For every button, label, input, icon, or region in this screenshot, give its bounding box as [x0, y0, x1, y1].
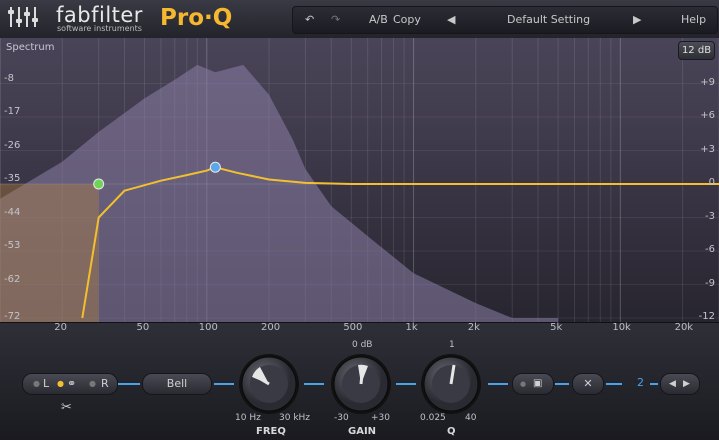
band-number: 2 — [637, 376, 644, 389]
channel-l-led-icon: ● — [33, 379, 40, 388]
band-nav-buttons[interactable]: ◀ ▶ — [660, 373, 700, 395]
freq-tick-label: 5k — [550, 322, 563, 333]
spectrum-tick-label: -17 — [4, 106, 21, 118]
gain-label: GAIN — [348, 426, 377, 437]
freq-tick-label: 20k — [674, 322, 694, 333]
next-band-icon[interactable]: ▶ — [683, 374, 690, 394]
freq-tick-label: 10k — [612, 322, 631, 333]
fabfilter-logo-icon — [8, 7, 38, 27]
delete-band-button[interactable]: ✕ — [572, 373, 604, 395]
gain-tick-label: +9 — [700, 76, 715, 88]
freq-max-label: 30 kHz — [279, 413, 311, 423]
eq-display[interactable] — [0, 38, 719, 322]
q-top-label: 1 — [449, 340, 455, 350]
channel-r-led-icon: ● — [89, 379, 96, 388]
q-min-label: 0.025 — [420, 413, 446, 423]
spectrum-tick-label: -62 — [4, 273, 21, 285]
freq-tick-label: 500 — [343, 322, 363, 333]
freq-tick-label: 50 — [136, 322, 150, 333]
freq-knob[interactable] — [238, 353, 300, 415]
connector-line — [214, 383, 234, 385]
prev-band-icon[interactable]: ◀ — [669, 374, 676, 394]
connector-line — [488, 383, 508, 385]
prev-preset-icon[interactable]: ◀ — [447, 13, 455, 26]
spectrum-tick-label: -44 — [4, 206, 21, 218]
bypass-power-icon: ▣ — [533, 378, 543, 389]
preset-name[interactable]: Default Setting — [507, 13, 590, 26]
gain-tick-label: -9 — [705, 277, 715, 289]
undo-icon[interactable]: ↶ — [305, 13, 314, 26]
q-max-label: 40 — [465, 413, 477, 423]
header-bar: fabfilter software instruments Pro·Q ↶ ↷… — [0, 0, 719, 39]
freq-tick-label: 100 — [198, 322, 218, 333]
stereo-link-icon[interactable]: ⚭ — [67, 374, 76, 394]
gain-tick-label: -6 — [705, 244, 715, 255]
pro-q-window: fabfilter software instruments Pro·Q ↶ ↷… — [0, 0, 719, 440]
q-label: Q — [447, 426, 456, 437]
band-2-node[interactable] — [209, 161, 221, 173]
spectrum-tick-label: -8 — [4, 72, 14, 84]
copy-button[interactable]: Copy — [393, 13, 421, 26]
connector-line — [650, 383, 658, 385]
connector-line — [118, 383, 140, 385]
eq-graph[interactable]: Spectrum 12 dB -8 -17 -26 -35 -44 -53 -62 -72 +… — [0, 38, 719, 322]
gain-top-label: 0 dB — [352, 340, 373, 350]
freq-tick-label: 200 — [261, 322, 281, 333]
band-controls: ● L ● ⚭ ● R ✂ Bell 10 Hz 30 kHz FREQ 0 d… — [0, 322, 719, 440]
band-1-node[interactable] — [93, 178, 105, 190]
gain-tick-label: +3 — [700, 143, 715, 155]
channel-l-label[interactable]: L — [43, 374, 49, 394]
bypass-led-icon: ● — [520, 380, 527, 388]
freq-tick-label: 20 — [54, 322, 67, 333]
gain-tick-label: -3 — [705, 210, 715, 222]
spectrum-tick-label: -26 — [4, 139, 21, 151]
channel-selector[interactable]: ● L ● ⚭ ● R — [22, 373, 118, 395]
redo-icon[interactable]: ↷ — [331, 13, 340, 26]
next-preset-icon[interactable]: ▶ — [633, 13, 641, 26]
close-icon: ✕ — [583, 377, 593, 390]
connector-line — [606, 383, 622, 385]
connector-line — [555, 383, 569, 385]
freq-min-label: 10 Hz — [235, 413, 261, 423]
filter-shape-button[interactable]: Bell — [142, 373, 212, 395]
product-name: Pro·Q — [160, 5, 233, 31]
gain-tick-label: -12 — [698, 311, 715, 322]
channel-r-label[interactable]: R — [101, 374, 109, 394]
spectrum-tick-label: -53 — [4, 240, 21, 252]
spectrum-label[interactable]: Spectrum — [6, 42, 54, 53]
help-button[interactable]: Help — [681, 13, 706, 26]
freq-tick-label: 2k — [467, 322, 480, 333]
preset-panel: ↶ ↷ A/B Copy ◀ Default Setting ▶ Help — [292, 6, 718, 34]
spectrum-tick-label: -72 — [4, 311, 21, 322]
gain-min-label: -30 — [334, 413, 349, 423]
display-range-button[interactable]: 12 dB — [678, 41, 715, 60]
connector-line — [304, 383, 324, 385]
spectrum-tick-label: -35 — [4, 173, 21, 185]
freq-label: FREQ — [256, 426, 286, 437]
band-bypass-button[interactable]: ● ▣ — [512, 373, 554, 395]
gain-max-label: +30 — [371, 413, 390, 423]
band-1-region — [0, 184, 99, 322]
gain-knob[interactable] — [330, 353, 392, 415]
gain-tick-label: +6 — [700, 110, 715, 121]
scissors-icon[interactable]: ✂ — [61, 400, 72, 415]
connector-line — [396, 383, 416, 385]
stereo-led-icon: ● — [57, 379, 64, 388]
ab-toggle-button[interactable]: A/B — [369, 13, 388, 26]
freq-tick-label: 1k — [405, 322, 418, 333]
gain-tick-label: 0 — [708, 177, 715, 188]
brand-subtitle: software instruments — [57, 24, 142, 33]
q-knob[interactable] — [420, 353, 482, 415]
